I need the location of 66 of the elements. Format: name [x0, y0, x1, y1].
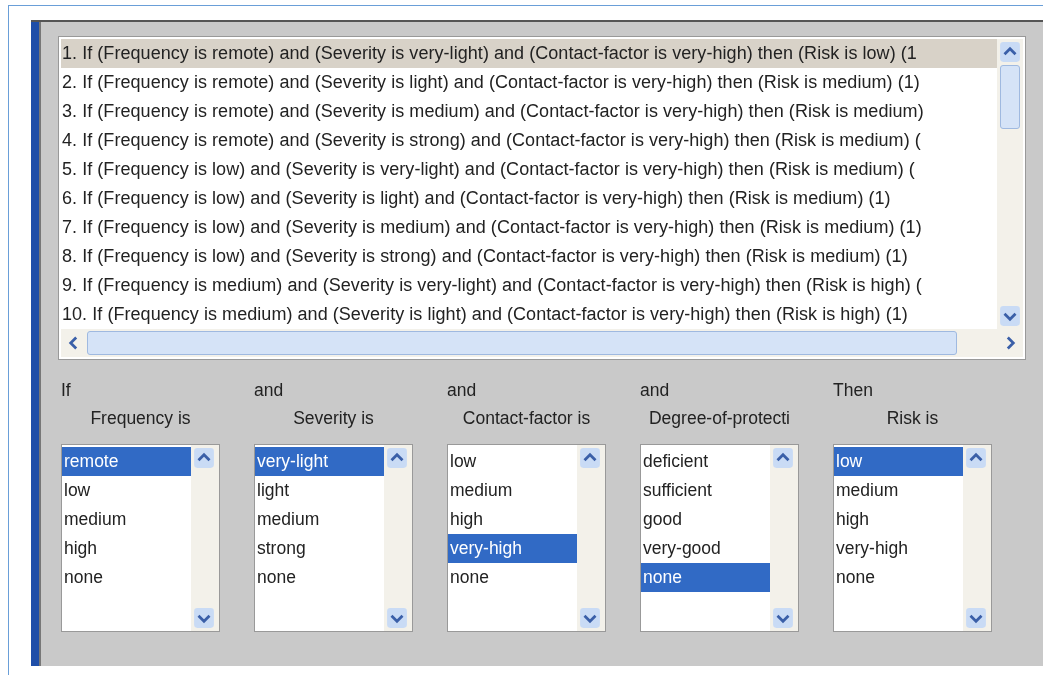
- term-option[interactable]: none: [255, 563, 384, 592]
- scroll-thumb[interactable]: [87, 331, 957, 355]
- term-option[interactable]: low: [62, 476, 191, 505]
- term-option[interactable]: medium: [62, 505, 191, 534]
- term-option[interactable]: very-high: [448, 534, 577, 563]
- variable-label: Frequency is: [89, 408, 192, 430]
- scroll-up-icon[interactable]: [772, 447, 794, 469]
- vertical-scrollbar[interactable]: [191, 445, 219, 631]
- rule-item[interactable]: 10. If (Frequency is medium) and (Severity is light) and (Contact-factor is very-high) then (Risk is high) (1): [61, 300, 997, 329]
- term-option[interactable]: none: [448, 563, 577, 592]
- term-option[interactable]: very-good: [641, 534, 770, 563]
- connective-label: Then: [833, 380, 874, 402]
- scroll-down-icon[interactable]: [965, 607, 987, 629]
- rule-item[interactable]: 4. If (Frequency is remote) and (Severity is strong) and (Contact-factor is very-high) then (Risk is medium) (: [61, 126, 997, 155]
- rule-item[interactable]: 6. If (Frequency is low) and (Severity is light) and (Contact-factor is very-high) then (Risk is medium) (1): [61, 184, 997, 213]
- connective-label: If: [61, 380, 72, 402]
- scroll-thumb[interactable]: [1000, 65, 1020, 129]
- term-option[interactable]: very-high: [834, 534, 963, 563]
- scroll-up-icon[interactable]: [386, 447, 408, 469]
- scroll-down-icon[interactable]: [386, 607, 408, 629]
- term-option[interactable]: medium: [448, 476, 577, 505]
- term-option[interactable]: light: [255, 476, 384, 505]
- vertical-scrollbar[interactable]: [577, 445, 605, 631]
- term-option[interactable]: none: [62, 563, 191, 592]
- variable-label: Contact-factor is: [461, 408, 592, 430]
- rule-item[interactable]: 8. If (Frequency is low) and (Severity is strong) and (Contact-factor is very-high) then (Risk is medium) (1): [61, 242, 997, 271]
- scroll-down-icon[interactable]: [193, 607, 215, 629]
- term-option[interactable]: high: [448, 505, 577, 534]
- variable-label: Risk is: [885, 408, 940, 430]
- rule-item[interactable]: 2. If (Frequency is remote) and (Severity is light) and (Contact-factor is very-high) then (Risk is medium) (1): [61, 68, 997, 97]
- term-option[interactable]: high: [62, 534, 191, 563]
- term-option[interactable]: low: [834, 447, 963, 476]
- term-option[interactable]: strong: [255, 534, 384, 563]
- rule-item[interactable]: 9. If (Frequency is medium) and (Severity is very-light) and (Contact-factor is very-high) then (Risk is high) (: [61, 271, 997, 300]
- rule-item[interactable]: 1. If (Frequency is remote) and (Severity is very-light) and (Contact-factor is very-high) then (Risk is low) (1: [61, 39, 997, 68]
- scroll-down-icon[interactable]: [999, 305, 1021, 327]
- rule-item[interactable]: 7. If (Frequency is low) and (Severity is medium) and (Contact-factor is very-high) then (Risk is medium) (1): [61, 213, 997, 242]
- term-option[interactable]: remote: [62, 447, 191, 476]
- vertical-scrollbar[interactable]: [770, 445, 798, 631]
- term-option[interactable]: deficient: [641, 447, 770, 476]
- scroll-up-icon[interactable]: [965, 447, 987, 469]
- scroll-up-icon[interactable]: [999, 41, 1021, 63]
- term-option[interactable]: high: [834, 505, 963, 534]
- vertical-scrollbar[interactable]: [997, 39, 1023, 329]
- vertical-scrollbar[interactable]: [384, 445, 412, 631]
- connective-label: and: [254, 380, 285, 402]
- term-option[interactable]: sufficient: [641, 476, 770, 505]
- variable-label: Degree-of-protecti: [647, 408, 791, 430]
- connective-label: and: [447, 380, 478, 402]
- term-option[interactable]: medium: [255, 505, 384, 534]
- term-option[interactable]: low: [448, 447, 577, 476]
- rule-item[interactable]: 3. If (Frequency is remote) and (Severity is medium) and (Contact-factor is very-high) then (Risk is medium): [61, 97, 997, 126]
- variable-label: Severity is: [292, 408, 375, 430]
- term-option[interactable]: good: [641, 505, 770, 534]
- scroll-up-icon[interactable]: [193, 447, 215, 469]
- scroll-down-icon[interactable]: [772, 607, 794, 629]
- scroll-down-icon[interactable]: [579, 607, 601, 629]
- rule-item[interactable]: 5. If (Frequency is low) and (Severity is very-light) and (Contact-factor is very-high) then (Risk is medium) (: [61, 155, 997, 184]
- term-option[interactable]: none: [641, 563, 770, 592]
- vertical-scrollbar[interactable]: [963, 445, 991, 631]
- connective-label: and: [640, 380, 671, 402]
- scroll-up-icon[interactable]: [579, 447, 601, 469]
- horizontal-scrollbar[interactable]: [61, 329, 1023, 357]
- term-option[interactable]: very-light: [255, 447, 384, 476]
- term-option[interactable]: medium: [834, 476, 963, 505]
- term-option[interactable]: none: [834, 563, 963, 592]
